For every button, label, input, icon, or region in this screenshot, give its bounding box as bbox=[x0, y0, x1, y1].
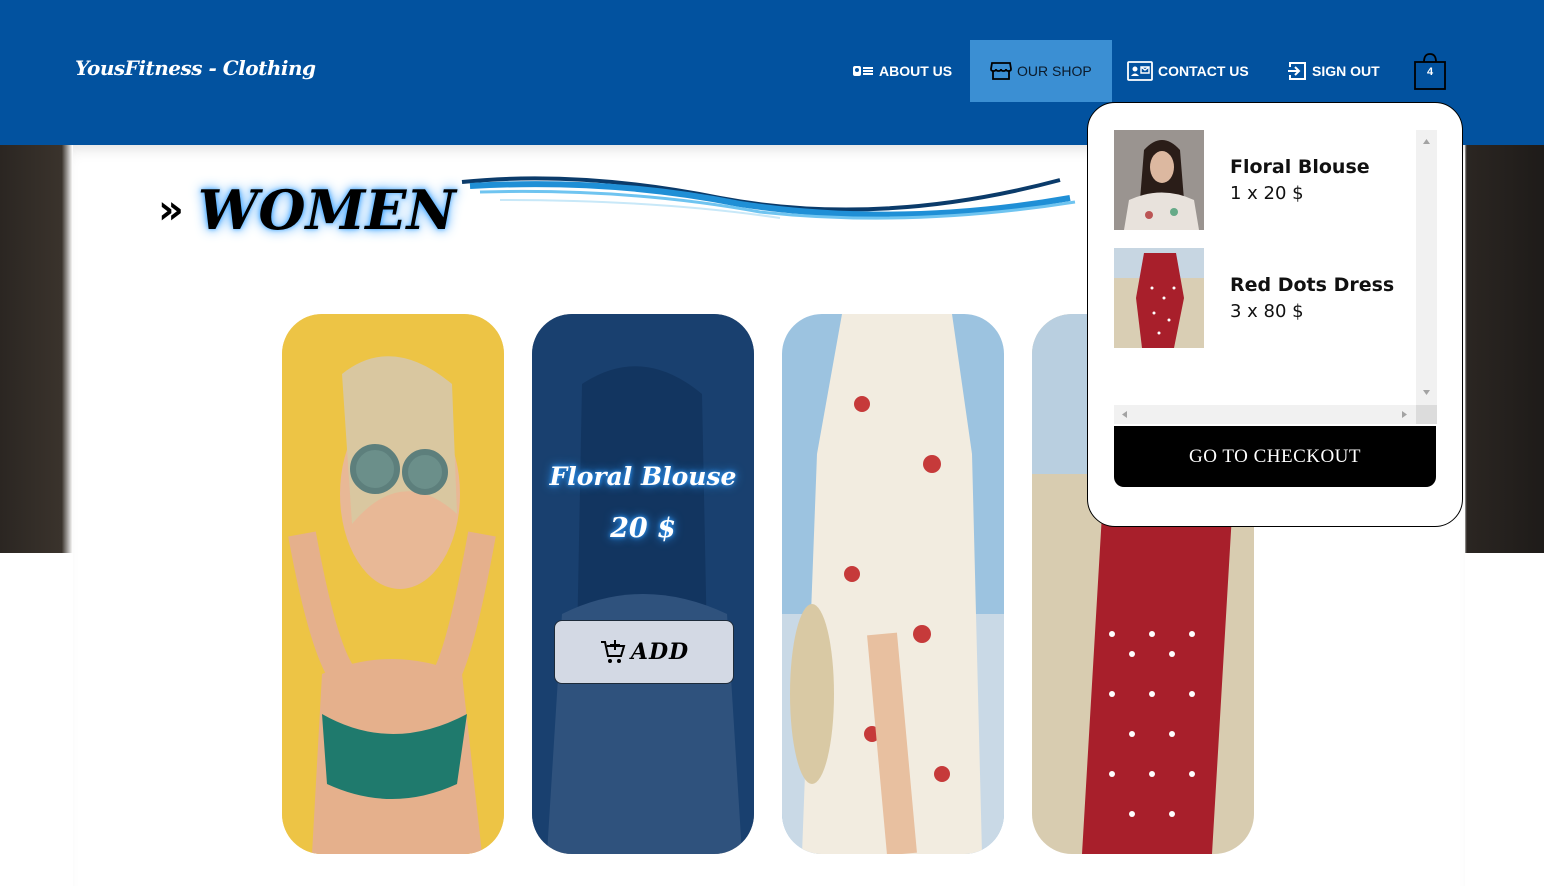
nav-sign-out-label: SIGN OUT bbox=[1312, 63, 1380, 79]
cart-item-quantity: 3 x 80 $ bbox=[1230, 301, 1304, 322]
contact-card-icon bbox=[1127, 61, 1153, 81]
wave-decoration bbox=[461, 176, 1076, 220]
nav-about-us[interactable]: ABOUT US bbox=[852, 40, 952, 102]
product-image-3 bbox=[782, 314, 1004, 854]
id-card-icon bbox=[853, 66, 873, 76]
product-card-1[interactable] bbox=[282, 314, 504, 854]
cart-plus-icon bbox=[600, 640, 626, 663]
cart-item-list[interactable]: Floral Blouse 1 x 20 $ Red Dots Dress 3 … bbox=[1114, 130, 1416, 405]
cart-button[interactable]: 4 bbox=[1414, 52, 1446, 90]
store-icon bbox=[990, 62, 1012, 80]
hovered-product-price: 20 $ bbox=[610, 513, 676, 544]
nav-contact-us-label: CONTACT US bbox=[1158, 63, 1249, 79]
cart-count-badge: 4 bbox=[1426, 66, 1434, 78]
add-button-label: ADD bbox=[630, 639, 690, 665]
cart-item-thumbnail bbox=[1114, 248, 1204, 348]
checkout-button[interactable]: GO TO CHECKOUT bbox=[1114, 426, 1436, 487]
cart-item-name: Red Dots Dress bbox=[1230, 274, 1395, 296]
product-hover-overlay bbox=[532, 314, 754, 854]
nav-about-us-label: ABOUT US bbox=[879, 63, 953, 79]
scrollbar-corner bbox=[1416, 405, 1437, 424]
horizontal-scrollbar[interactable] bbox=[1114, 405, 1416, 424]
nav-our-shop[interactable]: OUR SHOP bbox=[970, 40, 1112, 102]
nav-contact-us[interactable]: CONTACT US bbox=[1127, 40, 1249, 102]
cart-item-quantity: 1 x 20 $ bbox=[1230, 183, 1304, 204]
nav-our-shop-label: OUR SHOP bbox=[1017, 63, 1092, 79]
product-card-3[interactable] bbox=[782, 314, 1004, 854]
brand-logo[interactable]: YousFitness - Clothing bbox=[75, 56, 316, 80]
hovered-product-name: Floral Blouse bbox=[549, 462, 737, 491]
vertical-scrollbar[interactable] bbox=[1416, 130, 1437, 405]
product-image-1 bbox=[282, 314, 504, 854]
nav-sign-out[interactable]: SIGN OUT bbox=[1287, 40, 1380, 102]
section-heading: WOMEN bbox=[197, 178, 456, 242]
cart-item[interactable]: Floral Blouse 1 x 20 $ bbox=[1114, 130, 1416, 230]
cart-item-thumbnail bbox=[1114, 130, 1204, 230]
scroll-arrows-icon bbox=[1122, 411, 1407, 418]
add-to-cart-button[interactable]: ADD bbox=[554, 620, 734, 684]
cart-item[interactable]: Red Dots Dress 3 x 80 $ bbox=[1114, 248, 1416, 348]
cart-item-name: Floral Blouse bbox=[1230, 156, 1370, 178]
sign-out-icon bbox=[1288, 62, 1306, 80]
product-card-2[interactable] bbox=[532, 314, 754, 854]
section-prefix: » bbox=[158, 187, 184, 233]
cart-dropdown: Floral Blouse 1 x 20 $ Red Dots Dress 3 … bbox=[1087, 102, 1463, 527]
section-title: » WOMEN bbox=[158, 178, 456, 242]
scroll-arrows-icon bbox=[1423, 139, 1430, 395]
